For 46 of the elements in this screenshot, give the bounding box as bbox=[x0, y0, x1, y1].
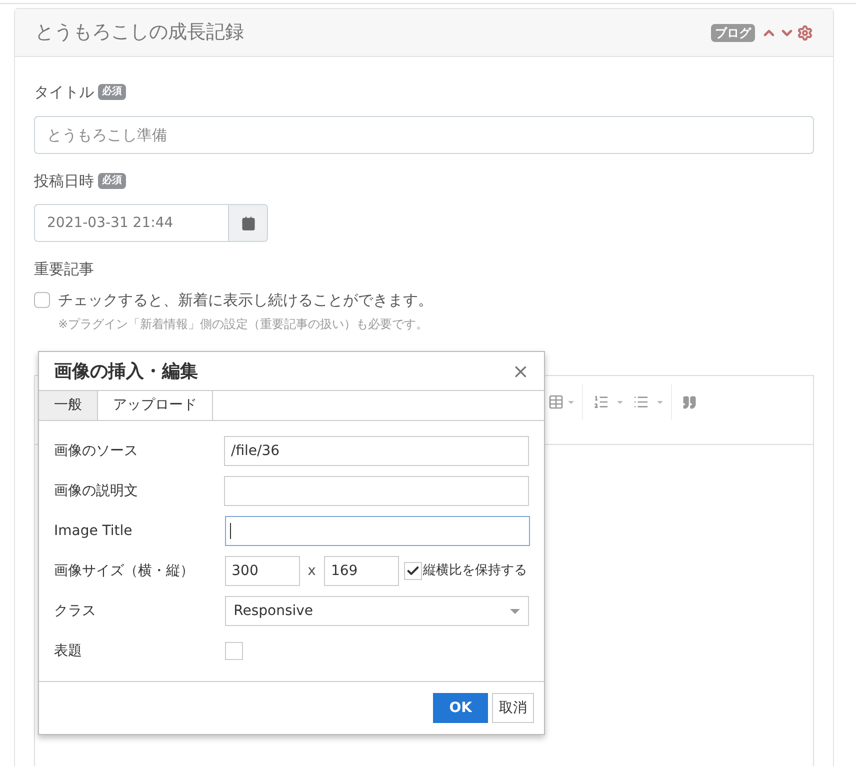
required-badge: 必須 bbox=[98, 172, 126, 189]
ok-button[interactable]: OK bbox=[433, 693, 488, 723]
numbered-list-icon[interactable] bbox=[593, 394, 609, 410]
checkbox-label: チェックすると、新着に表示し続けることができます。 bbox=[58, 290, 433, 310]
required-badge: 必須 bbox=[98, 84, 126, 100]
checkbox[interactable] bbox=[34, 292, 50, 308]
caret-icon bbox=[568, 400, 574, 404]
dialog-title: 画像の挿入・編集 bbox=[54, 360, 198, 384]
field-label: 投稿日時 bbox=[34, 170, 94, 192]
bullet-list-icon[interactable] bbox=[633, 394, 649, 410]
card-title: とうもろこしの成長記録 bbox=[35, 20, 244, 46]
checkbox[interactable] bbox=[225, 642, 243, 660]
width-input[interactable]: 300 bbox=[224, 556, 300, 586]
text-input[interactable] bbox=[224, 476, 529, 506]
checkbox-label: 縦横比を保持する bbox=[422, 562, 527, 580]
caret-icon bbox=[657, 400, 663, 404]
text-cursor bbox=[230, 523, 231, 539]
class-select[interactable]: Responsive bbox=[224, 596, 529, 626]
field-label: 画像のソース bbox=[54, 442, 139, 460]
text-input[interactable]: /file/36 bbox=[224, 436, 529, 466]
cancel-button[interactable]: 取消 bbox=[492, 693, 534, 723]
height-input[interactable]: 169 bbox=[324, 556, 399, 586]
calendar-icon bbox=[240, 216, 256, 230]
field-label: タイトル bbox=[34, 82, 94, 103]
text-input[interactable] bbox=[225, 516, 530, 546]
field-label: 画像サイズ（横・縦） bbox=[54, 562, 195, 580]
field-label: 重要記事 bbox=[34, 259, 94, 280]
caret-icon bbox=[617, 400, 623, 404]
checkbox[interactable] bbox=[404, 562, 422, 580]
field-label: クラス bbox=[54, 602, 97, 620]
check-icon bbox=[406, 564, 420, 578]
dialog-tab[interactable]: 一般 bbox=[39, 391, 98, 420]
date-input[interactable]: 2021-03-31 21:44 bbox=[34, 204, 229, 242]
size-separator: x bbox=[306, 562, 317, 580]
caret-icon bbox=[510, 608, 520, 614]
settings-icon[interactable] bbox=[797, 24, 813, 40]
field-label: Image Title bbox=[54, 522, 134, 540]
category-badge: ブログ bbox=[711, 24, 755, 42]
quote-icon[interactable] bbox=[682, 394, 697, 410]
field-label: 表題 bbox=[54, 642, 83, 660]
table-icon[interactable] bbox=[548, 394, 564, 410]
help-note: ※プラグイン「新着情報」側の設定（重要記事の扱い）も必要です。 bbox=[58, 316, 430, 333]
field-label: 画像の説明文 bbox=[54, 482, 139, 500]
calendar-button[interactable] bbox=[229, 204, 268, 242]
title-input[interactable]: とうもろこし準備 bbox=[34, 116, 814, 154]
close-button[interactable]: × bbox=[512, 361, 529, 381]
